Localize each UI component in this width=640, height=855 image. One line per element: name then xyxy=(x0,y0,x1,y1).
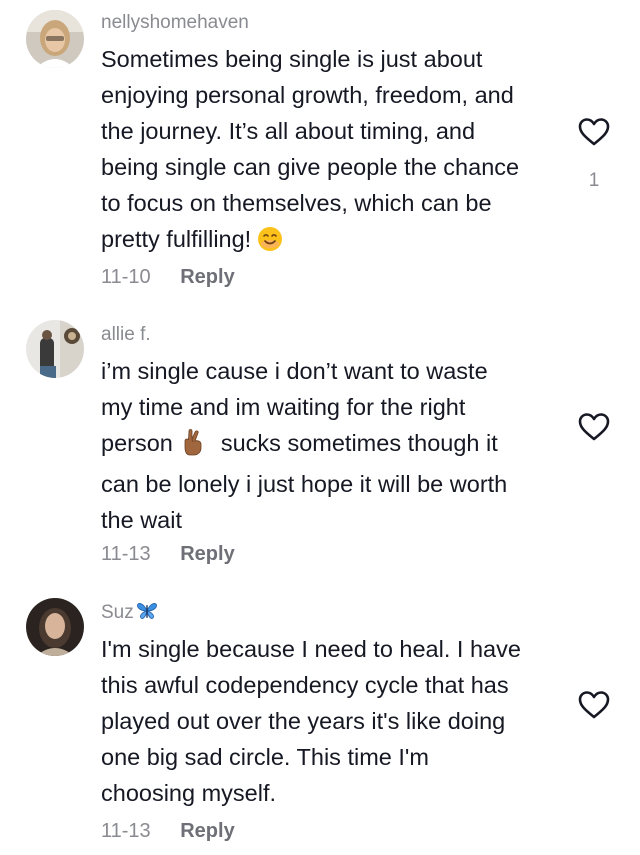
comment-username[interactable]: allie f. xyxy=(101,324,151,346)
reply-button[interactable]: Reply xyxy=(180,266,234,289)
comment-date: 11-10 xyxy=(101,266,151,288)
comment-meta: 11-13 Reply xyxy=(101,543,235,566)
avatar[interactable] xyxy=(26,10,84,68)
comment-line: to focus on themselves, which can be xyxy=(101,190,492,216)
comment-item: nellyshomehaven Sometimes being single i… xyxy=(0,0,640,300)
comment-line: my time and im waiting for the right xyxy=(101,394,466,420)
heart-outline-icon xyxy=(578,691,610,719)
comment-line: person sucks sometimes though it xyxy=(101,425,563,466)
crossed-fingers-emoji xyxy=(181,428,207,466)
heart-outline-icon xyxy=(578,118,610,146)
comment-line: the wait xyxy=(101,507,182,533)
butterfly-emoji xyxy=(136,601,158,627)
like-button[interactable] xyxy=(570,681,618,729)
reply-button[interactable]: Reply xyxy=(180,543,234,566)
like-count: 1 xyxy=(588,170,600,191)
comment-username[interactable]: nellyshomehaven xyxy=(101,12,249,34)
comment-line: the journey. It’s all about timing, and xyxy=(101,118,476,144)
comment-line: choosing myself. xyxy=(101,780,277,806)
comment-line-text: person xyxy=(101,430,173,456)
avatar[interactable] xyxy=(26,598,84,656)
comment-line: this awful codependency cycle that has xyxy=(101,672,509,698)
comment-line: Sometimes being single is just about xyxy=(101,46,483,72)
comment-line-text: sucks sometimes though it xyxy=(220,430,498,456)
comment-text: i’m single cause i don’t want to waste m… xyxy=(101,353,563,538)
avatar[interactable] xyxy=(26,320,84,378)
comment-username[interactable]: Suz xyxy=(101,601,158,627)
reply-button[interactable]: Reply xyxy=(180,820,234,843)
comment-line: pretty fulfilling! xyxy=(101,221,563,262)
comment-text: I'm single because I need to heal. I hav… xyxy=(101,631,563,811)
comment-line: I'm single because I need to heal. I hav… xyxy=(101,636,521,662)
like-button[interactable] xyxy=(570,403,618,451)
comment-line: i’m single cause i don’t want to waste xyxy=(101,358,488,384)
comment-line: played out over the years it's like doin… xyxy=(101,708,506,734)
heart-outline-icon xyxy=(578,413,610,441)
smiling-face-emoji xyxy=(257,226,283,262)
comment-line: enjoying personal growth, freedom, and xyxy=(101,82,514,108)
comment-meta: 11-10 Reply xyxy=(101,266,235,289)
comment-date: 11-13 xyxy=(101,543,151,565)
comment-text: Sometimes being single is just about enj… xyxy=(101,41,563,262)
comment-meta: 11-13 Reply xyxy=(101,820,235,843)
like-button[interactable] xyxy=(570,108,618,156)
comment-date: 11-13 xyxy=(101,820,151,842)
comment-line: one big sad circle. This time I'm xyxy=(101,744,429,770)
comment-line-text: pretty fulfilling! xyxy=(101,226,252,252)
comment-line: being single can give people the chance xyxy=(101,154,520,180)
comment-line: can be lonely i just hope it will be wor… xyxy=(101,471,508,497)
username-text: Suz xyxy=(101,602,134,623)
